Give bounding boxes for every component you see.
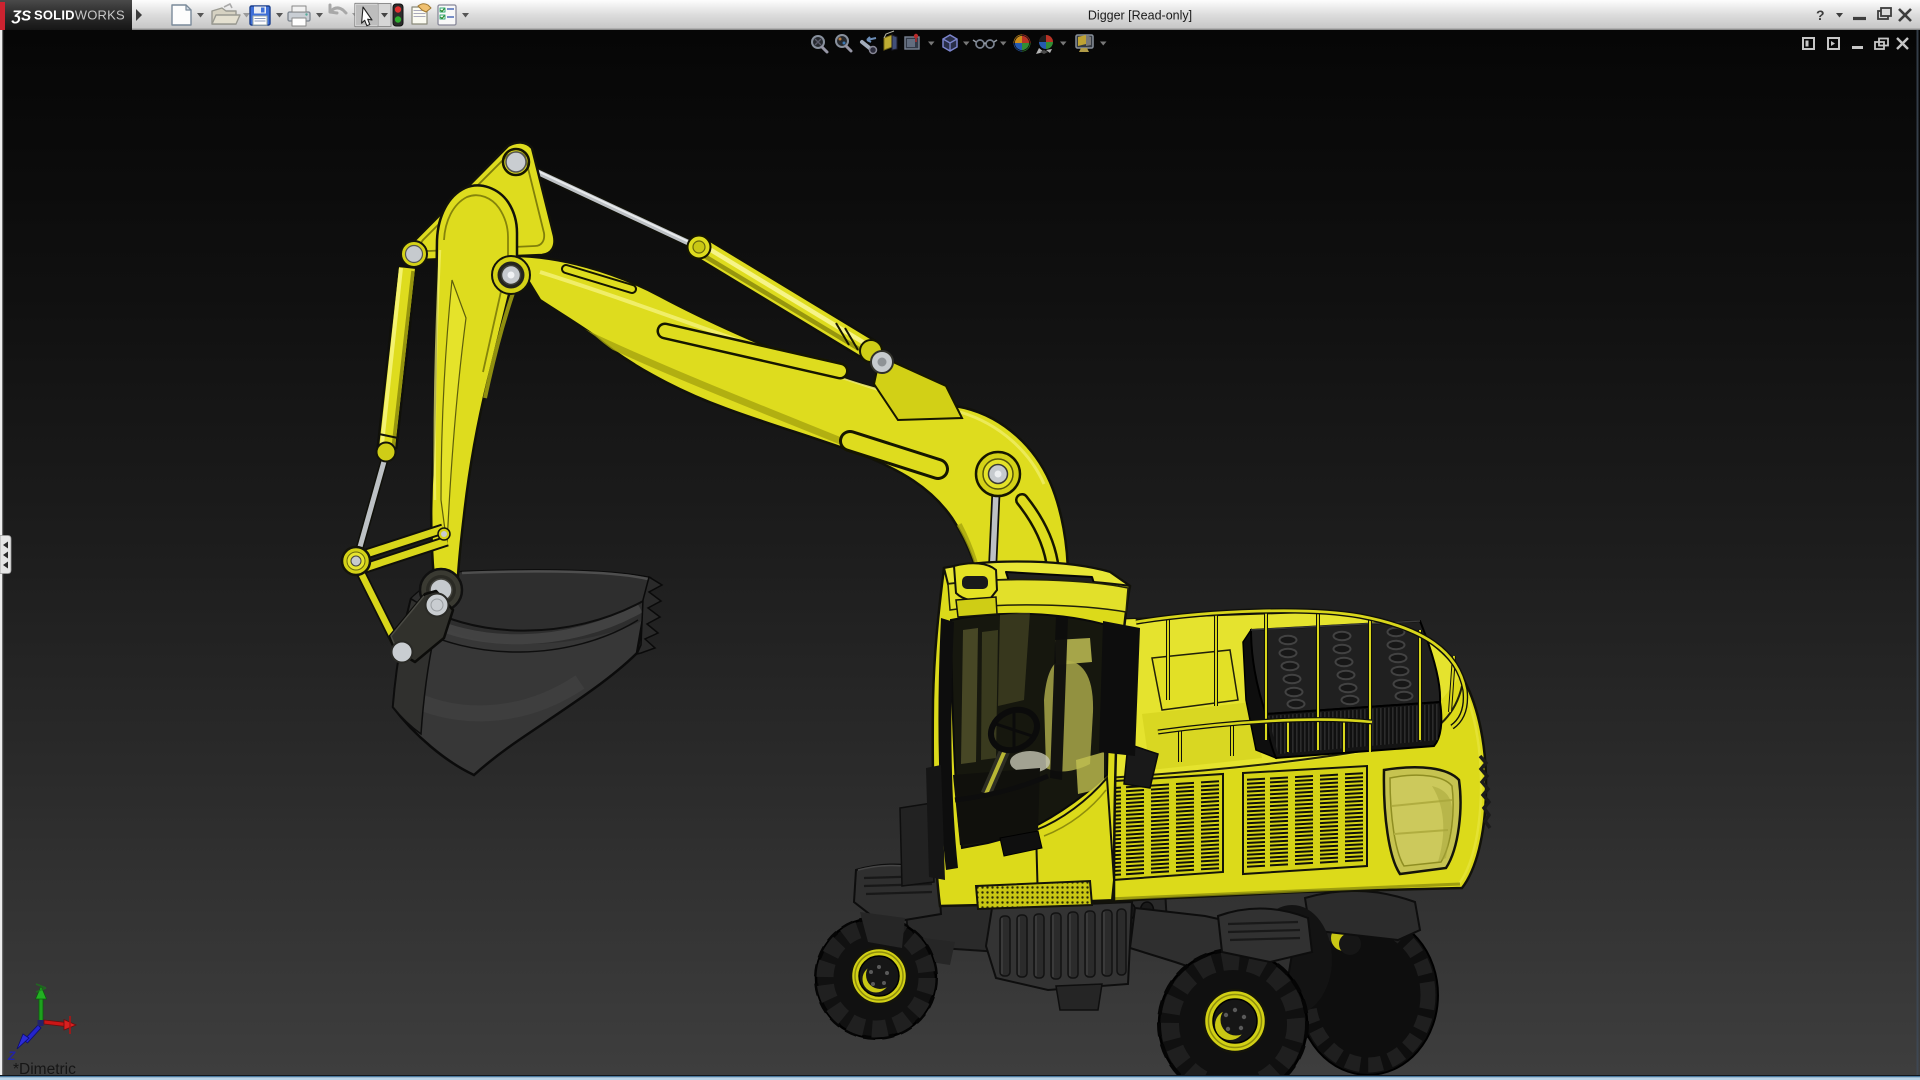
svg-text:ƷS: ƷS — [11, 8, 31, 25]
svg-text:?: ? — [1816, 7, 1825, 23]
svg-text:SOLIDWORKS: SOLIDWORKS — [34, 8, 125, 23]
svg-text:Digger [Read-only]: Digger [Read-only] — [1088, 9, 1192, 23]
